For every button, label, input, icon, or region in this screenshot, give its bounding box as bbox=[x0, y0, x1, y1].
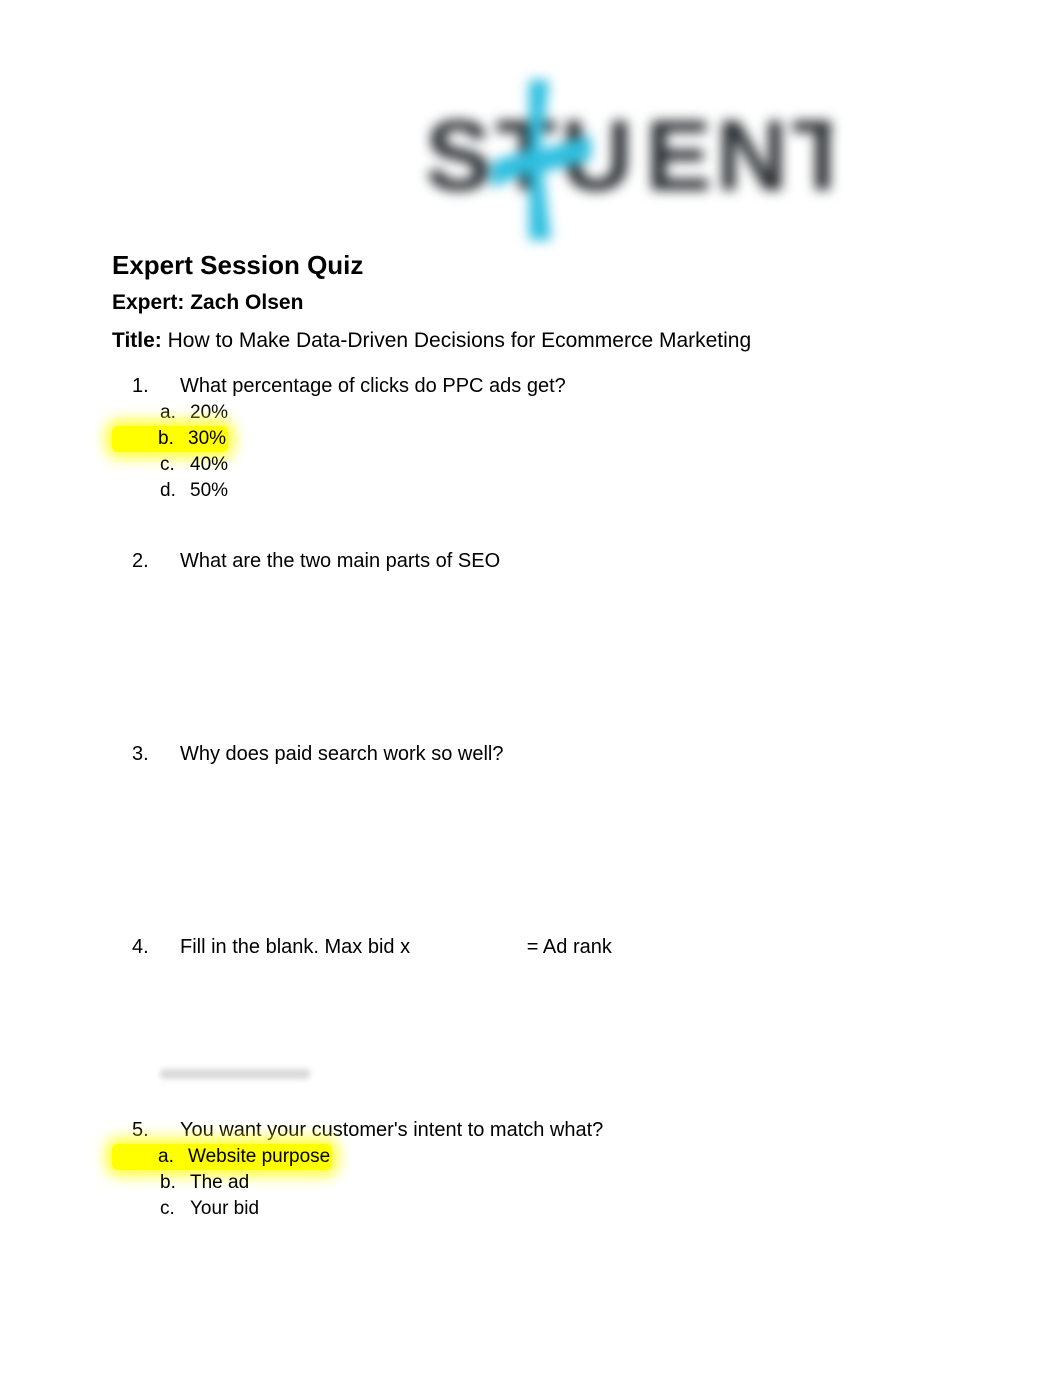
option-marker: b. bbox=[112, 1170, 190, 1196]
question-item: 5. You want your customer's intent to ma… bbox=[112, 1119, 950, 1222]
expert-label: Expert: bbox=[112, 291, 184, 314]
title-label: Title: bbox=[112, 329, 162, 352]
option-marker: b. bbox=[114, 426, 188, 452]
question-text: What are the two main parts of SEO bbox=[180, 550, 500, 573]
question-number: 4. bbox=[112, 936, 180, 959]
document-page: STU ENT Expert Session Quiz Expert: Zach… bbox=[0, 0, 1062, 1377]
option-text: The ad bbox=[190, 1170, 249, 1196]
option-list: a. Website purpose b. The ad c. Your bid bbox=[112, 1144, 950, 1222]
option-marker: a. bbox=[112, 400, 190, 426]
logo-container: STU ENT bbox=[112, 80, 950, 240]
option-marker: c. bbox=[112, 1196, 190, 1222]
title-text: How to Make Data-Driven Decisions for Ec… bbox=[168, 329, 752, 352]
question-text: Why does paid search work so well? bbox=[180, 743, 503, 766]
blurred-region bbox=[160, 1069, 310, 1079]
svg-text:ENT: ENT bbox=[645, 100, 831, 212]
stukent-logo: STU ENT bbox=[231, 80, 831, 240]
expert-line: Expert: Zach Olsen bbox=[112, 291, 950, 315]
option-item: c. 40% bbox=[112, 452, 950, 478]
question-text: You want your customer's intent to match… bbox=[180, 1119, 603, 1142]
option-item: b. 30% bbox=[112, 426, 950, 452]
option-text: 40% bbox=[190, 452, 228, 478]
option-item: d. 50% bbox=[112, 478, 950, 504]
question-number: 2. bbox=[112, 550, 180, 573]
option-item: a. 20% bbox=[112, 400, 950, 426]
option-list: a. 20% b. 30% c. 40% d. 50% bbox=[112, 400, 950, 504]
question-number: 3. bbox=[112, 743, 180, 766]
question-item: 4. Fill in the blank. Max bid x = Ad ran… bbox=[112, 936, 950, 959]
question-item: 2. What are the two main parts of SEO bbox=[112, 550, 950, 573]
option-marker: c. bbox=[112, 452, 190, 478]
option-marker: a. bbox=[114, 1144, 188, 1170]
option-text: Your bid bbox=[190, 1196, 259, 1222]
question-text: What percentage of clicks do PPC ads get… bbox=[180, 375, 566, 398]
option-text: Website purpose bbox=[188, 1144, 330, 1170]
question-list: 1. What percentage of clicks do PPC ads … bbox=[112, 375, 950, 1222]
option-text: 50% bbox=[190, 478, 228, 504]
option-text: 30% bbox=[188, 426, 226, 452]
question-item: 1. What percentage of clicks do PPC ads … bbox=[112, 375, 950, 504]
highlight: a. Website purpose bbox=[112, 1144, 332, 1170]
highlight: b. 30% bbox=[112, 426, 228, 452]
question-text: Fill in the blank. Max bid x = Ad rank bbox=[180, 936, 612, 959]
question-number: 5. bbox=[112, 1119, 180, 1142]
question-item: 3. Why does paid search work so well? bbox=[112, 743, 950, 766]
title-line: Title: How to Make Data-Driven Decisions… bbox=[112, 329, 950, 353]
option-item: a. Website purpose bbox=[112, 1144, 950, 1170]
option-text: 20% bbox=[190, 400, 228, 426]
page-title: Expert Session Quiz bbox=[112, 250, 950, 281]
option-marker: d. bbox=[112, 478, 190, 504]
option-item: c. Your bid bbox=[112, 1196, 950, 1222]
question-number: 1. bbox=[112, 375, 180, 398]
option-item: b. The ad bbox=[112, 1170, 950, 1196]
expert-name: Zach Olsen bbox=[190, 291, 303, 314]
